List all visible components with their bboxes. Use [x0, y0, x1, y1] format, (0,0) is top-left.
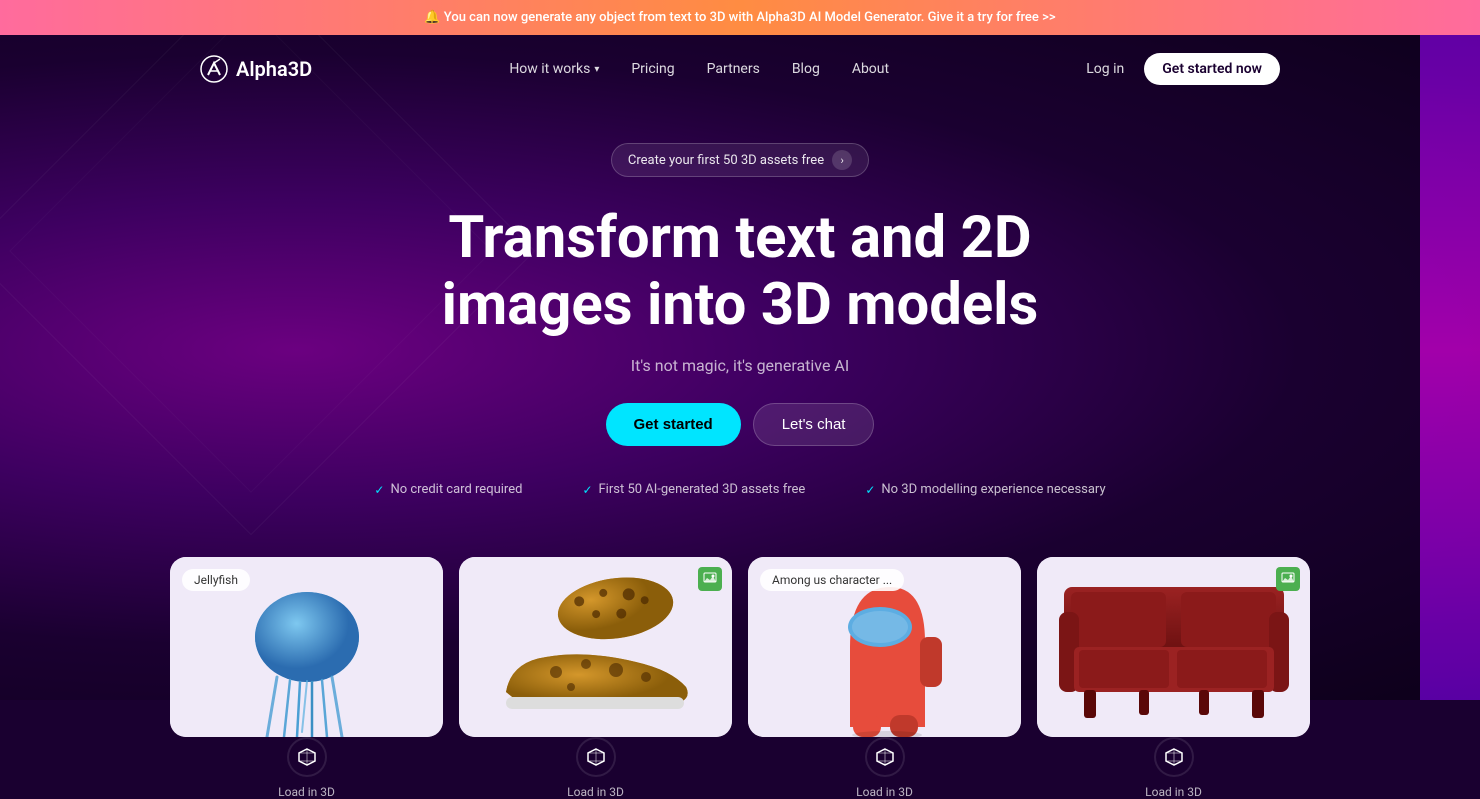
nav-how-it-works[interactable]: How it works ▾: [509, 61, 599, 77]
get-started-nav-button[interactable]: Get started now: [1144, 53, 1280, 85]
hero-section: Create your first 50 3D assets free › Tr…: [0, 103, 1480, 527]
card-couch: [1037, 557, 1310, 737]
hero-buttons: Get started Let's chat: [20, 403, 1460, 446]
chevron-down-icon: ▾: [594, 64, 599, 75]
card-among-inner: Among us character ...: [748, 557, 1021, 737]
announcement-bar[interactable]: 🔔 You can now generate any object from t…: [0, 0, 1480, 35]
nav-links: How it works ▾ Pricing Partners Blog Abo…: [509, 61, 889, 77]
among-us-label: Among us character ...: [760, 569, 904, 591]
load-3d-section: Load in 3D Load in 3D: [0, 757, 1480, 799]
lets-chat-button[interactable]: Let's chat: [753, 403, 875, 446]
feature-no-experience: ✓ No 3D modelling experience necessary: [865, 482, 1105, 497]
load-3d-couch-label: Load in 3D: [1037, 785, 1310, 799]
feature-50-assets-text: First 50 AI-generated 3D assets free: [599, 482, 806, 497]
load-3d-jellyfish-label: Load in 3D: [170, 785, 443, 799]
card-sneaker-inner: [459, 557, 732, 737]
cards-section: Jellyfish: [0, 527, 1480, 757]
login-button[interactable]: Log in: [1086, 61, 1124, 77]
feature-50-assets: ✓ First 50 AI-generated 3D assets free: [582, 482, 805, 497]
load-3d-sneaker-label: Load in 3D: [459, 785, 732, 799]
load-3d-among-us: Load in 3D: [748, 757, 1021, 799]
nav-partners[interactable]: Partners: [707, 61, 760, 77]
check-icon: ✓: [374, 483, 384, 497]
nav-about[interactable]: About: [852, 61, 889, 77]
nav-pricing[interactable]: Pricing: [631, 61, 674, 77]
hero-features: ✓ No credit card required ✓ First 50 AI-…: [20, 482, 1460, 497]
announcement-emoji: 🔔: [424, 10, 440, 25]
couch-visual: [1059, 582, 1289, 722]
feature-no-experience-text: No 3D modelling experience necessary: [881, 482, 1105, 497]
hero-subtitle: It's not magic, it's generative AI: [20, 356, 1460, 375]
load-3d-couch: Load in 3D: [1037, 757, 1310, 799]
hero-badge[interactable]: Create your first 50 3D assets free ›: [611, 143, 869, 177]
card-among-us: Among us character ...: [748, 557, 1021, 737]
check-icon-3: ✓: [865, 483, 875, 497]
nav-actions: Log in Get started now: [1086, 53, 1280, 85]
logo-text: Alpha3D: [236, 57, 312, 81]
jellyfish-label: Jellyfish: [182, 569, 250, 591]
logo-icon: [200, 55, 228, 83]
card-jellyfish: Jellyfish: [170, 557, 443, 737]
sneaker-image-icon: [698, 567, 722, 591]
among-us-visual: [820, 567, 950, 737]
check-icon-2: ✓: [582, 483, 592, 497]
get-started-button[interactable]: Get started: [606, 403, 741, 446]
card-couch-inner: [1037, 557, 1310, 737]
hero-badge-text: Create your first 50 3D assets free: [628, 153, 824, 168]
feature-no-credit-card-text: No credit card required: [390, 482, 522, 497]
logo[interactable]: Alpha3D: [200, 55, 312, 83]
jellyfish-visual: [242, 562, 372, 737]
load-3d-jellyfish: Load in 3D: [170, 757, 443, 799]
hero-title: Transform text and 2D images into 3D mod…: [390, 205, 1090, 338]
navigation: Alpha3D How it works ▾ Pricing Partners …: [0, 35, 1480, 103]
load-3d-sneaker: Load in 3D: [459, 757, 732, 799]
hero-badge-arrow-icon: ›: [832, 150, 852, 170]
announcement-text: You can now generate any object from tex…: [444, 10, 1056, 25]
nav-blog[interactable]: Blog: [792, 61, 820, 77]
feature-no-credit-card: ✓ No credit card required: [374, 482, 522, 497]
card-sneaker: [459, 557, 732, 737]
couch-image-icon: [1276, 567, 1300, 591]
card-jellyfish-inner: Jellyfish: [170, 557, 443, 737]
load-3d-among-label: Load in 3D: [748, 785, 1021, 799]
